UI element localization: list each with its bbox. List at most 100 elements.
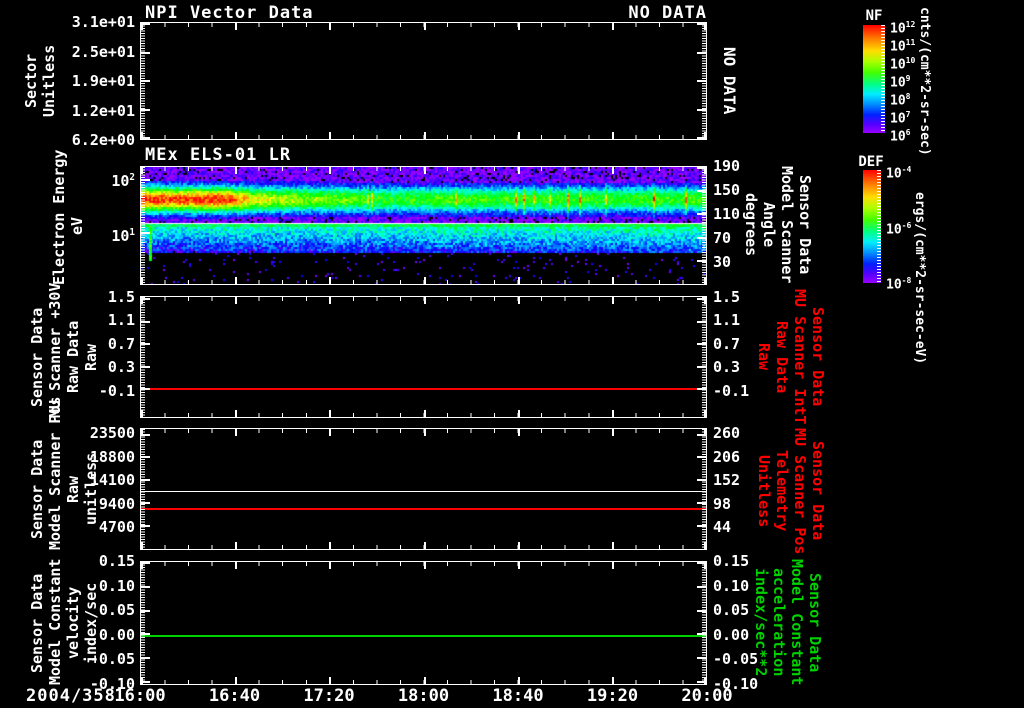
axis-label-line: Telemetry xyxy=(773,450,791,532)
axis-major-tick xyxy=(704,410,706,417)
tick-label: 0.7 xyxy=(713,334,741,353)
axis-major-tick xyxy=(697,80,706,82)
tick-label: -0.1 xyxy=(713,381,750,400)
axis-major-tick xyxy=(141,562,150,564)
tick-label: 0.10 xyxy=(98,576,135,595)
axis-major-tick xyxy=(704,542,706,549)
axis-major-tick xyxy=(141,542,143,549)
axis-major-tick xyxy=(424,677,426,684)
tick-label: 3.1e+01 xyxy=(71,13,135,31)
axis-major-tick xyxy=(697,633,706,635)
axis-major-tick xyxy=(235,429,237,436)
axis-major-tick xyxy=(704,277,706,284)
axis-label-line: MU Scanner IntT xyxy=(791,289,809,425)
tick-label: 0.00 xyxy=(98,625,135,644)
tick-label: 1011 xyxy=(890,38,916,55)
axis-major-tick xyxy=(424,167,426,174)
panel1-ytick-labels: 3.1e+01 2.5e+01 1.9e+01 1.2e+01 6.2e+00 xyxy=(50,14,135,148)
axis-major-tick xyxy=(141,502,150,504)
axis-major-tick xyxy=(697,502,706,504)
tick-label: 9400 xyxy=(98,494,135,513)
axis-minor-ticks xyxy=(702,562,706,684)
axis-major-tick xyxy=(518,297,520,304)
axis-minor-ticks xyxy=(141,167,145,284)
nf-colorbar xyxy=(863,25,885,133)
axis-major-tick xyxy=(518,429,520,436)
tick-label: 109 xyxy=(890,74,911,91)
tick-label: 30 xyxy=(713,253,732,271)
els-spectrogram-canvas xyxy=(141,167,706,284)
axis-label-line: Raw xyxy=(82,343,100,371)
axis-major-tick xyxy=(329,297,331,304)
xaxis-tick-labels: 16:00 16:40 17:20 18:00 18:40 19:20 20:00 xyxy=(108,686,739,706)
axis-major-tick xyxy=(612,677,614,684)
tick-label: 17:20 xyxy=(303,686,355,706)
axis-major-tick xyxy=(424,297,426,304)
axis-label-line: Electron Energy xyxy=(50,149,68,285)
tick-label: 1012 xyxy=(890,20,916,37)
axis-major-tick xyxy=(612,297,614,304)
mu-scanner-pos-telemetry-line xyxy=(141,508,706,510)
tick-label: 107 xyxy=(890,110,911,127)
tick-label: 101 xyxy=(111,227,135,245)
tick-label: 1.5 xyxy=(107,288,135,306)
tick-label: 70 xyxy=(713,229,732,247)
axis-major-tick xyxy=(518,132,520,139)
axis-label-line: Sensor Data xyxy=(809,307,827,407)
axis-major-tick xyxy=(424,410,426,417)
axis-major-tick xyxy=(141,525,150,527)
axis-minor-ticks xyxy=(141,562,145,684)
model-constant-velocity-line xyxy=(141,635,706,637)
axis-major-tick xyxy=(612,23,614,30)
tick-label: 1010 xyxy=(890,56,916,73)
axis-major-tick xyxy=(235,297,237,304)
axis-major-tick xyxy=(697,388,706,390)
axis-label-line: Sensor Data xyxy=(28,439,46,539)
axis-major-tick xyxy=(329,677,331,684)
panel2-title: MEx ELS-01 LR xyxy=(145,145,292,165)
axis-major-tick xyxy=(141,681,150,683)
axis-label-line: Model Scanner Pos xyxy=(46,396,64,550)
tick-label: 1.1 xyxy=(107,311,135,330)
axis-major-tick xyxy=(235,542,237,549)
mu-scanner-intt-raw-line xyxy=(141,388,706,390)
tick-label: 6.2e+00 xyxy=(71,131,135,149)
tick-label: 10-6 xyxy=(886,220,912,237)
tick-label: 10-8 xyxy=(886,276,912,293)
axis-label-line: index/sec**2 xyxy=(752,568,770,677)
plot-page: NPI Vector Data NO DATA MEx ELS-01 LR 3.… xyxy=(0,0,1024,708)
mu-scanner-raw-panel xyxy=(140,296,707,418)
model-constant-panel xyxy=(140,561,707,685)
def-colorbar-tick-labels: 10-4 10-6 10-8 xyxy=(886,162,912,293)
panel3-rtick-labels: 1.5 1.1 0.7 0.3 -0.1 xyxy=(713,289,749,399)
tick-label: 0.3 xyxy=(107,358,135,377)
axis-label-line: Raw xyxy=(64,475,82,503)
axis-label-line: Sensor Data xyxy=(796,175,814,275)
axis-major-tick xyxy=(518,23,520,30)
tick-label: 0.3 xyxy=(713,358,741,377)
axis-label-line: Model Constant xyxy=(46,558,64,685)
axis-label-line: Sensor Data xyxy=(28,573,46,673)
axis-major-tick xyxy=(235,277,237,284)
axis-label-line: acceleration xyxy=(770,568,788,677)
axis-major-tick xyxy=(518,677,520,684)
axis-major-tick xyxy=(612,429,614,436)
axis-label-line: index/sec xyxy=(82,582,100,664)
axis-major-tick xyxy=(697,137,706,139)
tick-label: 0.15 xyxy=(98,552,135,570)
axis-major-tick xyxy=(235,132,237,139)
axis-major-tick xyxy=(329,562,331,569)
axis-major-tick xyxy=(235,410,237,417)
tick-label: 19:20 xyxy=(586,686,639,706)
tick-label: 18:40 xyxy=(492,686,544,706)
axis-major-tick xyxy=(141,277,143,284)
axis-major-tick xyxy=(612,562,614,569)
panel1-title: NPI Vector Data xyxy=(145,3,314,23)
axis-major-tick xyxy=(141,179,150,181)
nf-colorbar-units: cnts/(cm**2-sr-sec) xyxy=(917,6,932,156)
axis-major-tick xyxy=(697,562,706,564)
axis-major-tick xyxy=(329,167,331,174)
axis-major-tick xyxy=(697,479,706,481)
axis-major-tick xyxy=(697,586,706,588)
axis-minor-ticks xyxy=(702,167,706,284)
